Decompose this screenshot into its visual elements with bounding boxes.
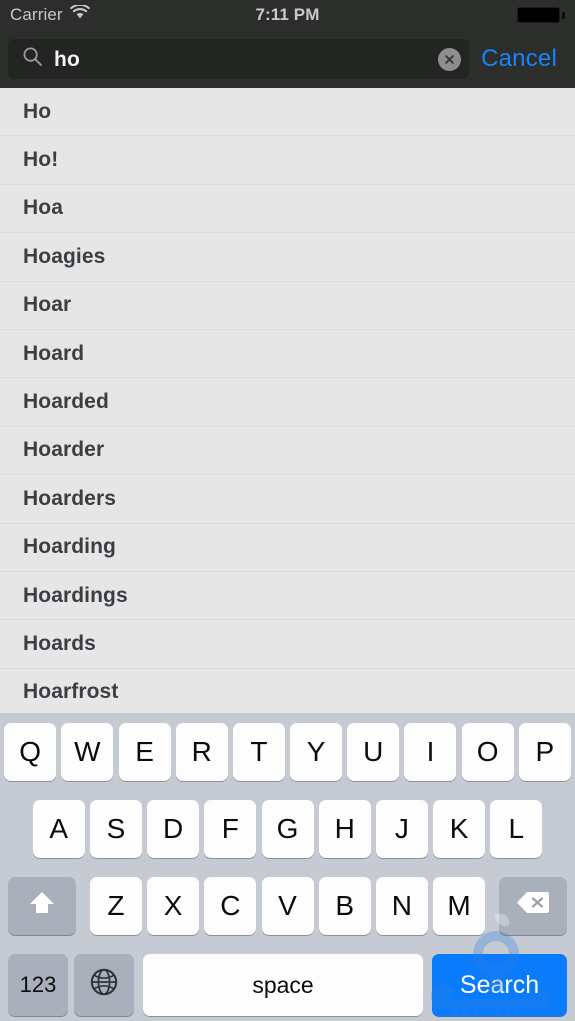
globe-icon (89, 967, 119, 1004)
key-s[interactable]: S (89, 800, 142, 858)
key-t[interactable]: T (232, 723, 285, 781)
search-suggestions-list[interactable]: Ho Ho! Hoa Hoagies Hoar Hoard Hoarded Hoarder Ho… (0, 88, 575, 713)
search-input-value: ho (54, 47, 81, 71)
shift-key[interactable] (8, 877, 77, 935)
list-item[interactable]: Hoarder (0, 426, 575, 476)
battery-icon (517, 7, 560, 23)
key-p[interactable]: P (518, 723, 571, 781)
list-item-label: Hoard (23, 341, 85, 365)
list-item-label: Hoa (23, 196, 63, 220)
clear-search-icon[interactable] (438, 47, 462, 71)
search-submit-key[interactable]: Search (432, 954, 567, 1016)
globe-key[interactable] (74, 954, 134, 1016)
key-d[interactable]: D (147, 800, 200, 858)
key-g[interactable]: G (261, 800, 314, 858)
delete-key[interactable] (498, 877, 567, 935)
list-item-label: Ho! (23, 148, 59, 172)
cancel-button[interactable]: Cancel (469, 45, 567, 73)
list-item-label: Hoagies (23, 244, 106, 268)
list-item-label: Hoards (23, 631, 96, 655)
list-item[interactable]: Hoardings (0, 571, 575, 621)
keyboard-row-3-letters: ZXCVBNM (87, 877, 487, 935)
list-item[interactable]: Hoar (0, 281, 575, 330)
key-x[interactable]: X (147, 877, 200, 935)
key-h[interactable]: H (318, 800, 371, 858)
key-o[interactable]: O (461, 723, 514, 781)
key-n[interactable]: N (375, 877, 428, 935)
keyboard-row-4: 123 space Search (0, 954, 575, 1016)
keyboard-row-2: ASDFGHJKL (0, 800, 575, 858)
list-item[interactable]: Ho! (0, 136, 575, 185)
iphone-search-screen: Carrier 7:11 PM ho Cancel Ho Ho! Hoa Hoa… (0, 0, 575, 1021)
numbers-key[interactable]: 123 (8, 954, 68, 1016)
list-item-label: Hoar (23, 293, 72, 317)
key-u[interactable]: U (347, 723, 400, 781)
status-bar-left: Carrier (10, 3, 90, 25)
shift-icon (27, 889, 57, 924)
key-z[interactable]: Z (89, 877, 142, 935)
key-v[interactable]: V (261, 877, 314, 935)
list-item[interactable]: Hoarded (0, 378, 575, 427)
list-item-label: Hoarder (23, 438, 105, 462)
keyboard-row-3: ZXCVBNM (0, 877, 575, 935)
space-key[interactable]: space (143, 954, 423, 1016)
key-b[interactable]: B (318, 877, 371, 935)
list-item[interactable]: Hoarding (0, 523, 575, 572)
key-l[interactable]: L (490, 800, 543, 858)
status-bar: Carrier 7:11 PM (0, 0, 575, 30)
search-icon (22, 46, 43, 72)
key-q[interactable]: Q (4, 723, 57, 781)
carrier-label: Carrier (10, 5, 63, 24)
search-input[interactable]: ho (8, 39, 470, 79)
key-c[interactable]: C (204, 877, 257, 935)
list-item[interactable]: Hoa (0, 184, 575, 234)
key-m[interactable]: M (433, 877, 486, 935)
list-item[interactable]: Hoarders (0, 475, 575, 524)
list-item-label: Hoarfrost (23, 680, 119, 704)
key-r[interactable]: R (175, 723, 228, 781)
onscreen-keyboard[interactable]: QWERTYUIOP ASDFGHJKL ZXCVBNM 123 space S… (0, 713, 575, 1021)
list-item[interactable]: Hoard (0, 329, 575, 379)
key-f[interactable]: F (204, 800, 257, 858)
list-item-label: Hoarded (23, 390, 109, 414)
wifi-icon (69, 3, 90, 25)
status-bar-right (517, 7, 565, 23)
list-item-label: Hoarding (23, 535, 116, 559)
search-bar: ho Cancel (0, 30, 575, 88)
key-k[interactable]: K (433, 800, 486, 858)
key-e[interactable]: E (118, 723, 171, 781)
key-a[interactable]: A (32, 800, 85, 858)
list-item-label: Hoarders (23, 486, 117, 510)
key-y[interactable]: Y (290, 723, 343, 781)
list-item[interactable]: Hoards (0, 620, 575, 669)
list-item-label: Ho (23, 99, 52, 123)
list-item-label: Hoardings (23, 583, 128, 607)
list-item[interactable]: Hoagies (0, 233, 575, 282)
key-w[interactable]: W (61, 723, 114, 781)
list-item[interactable]: Ho (0, 88, 575, 137)
key-i[interactable]: I (404, 723, 457, 781)
list-item[interactable]: Hoarfrost (0, 668, 575, 713)
key-j[interactable]: J (375, 800, 428, 858)
keyboard-row-1: QWERTYUIOP (0, 723, 575, 781)
battery-tip-icon (562, 11, 565, 19)
backspace-icon (516, 890, 550, 922)
